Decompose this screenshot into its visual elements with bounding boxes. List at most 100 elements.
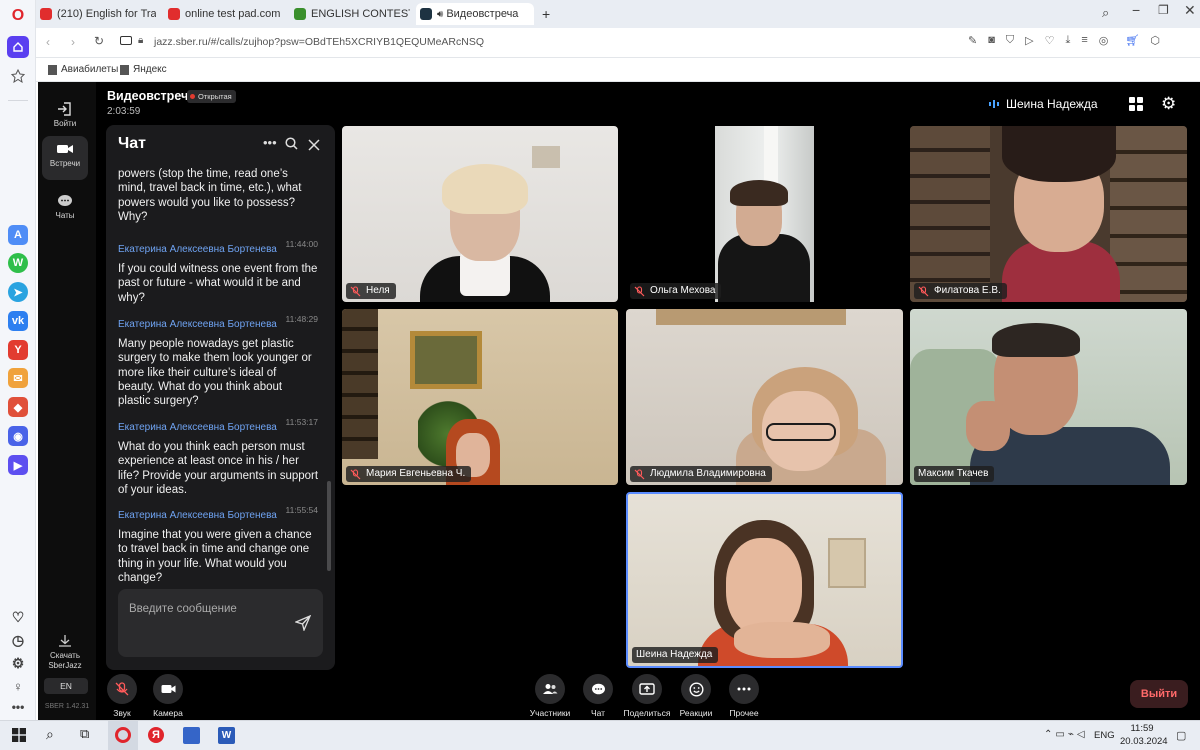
system-tray-icons[interactable]: ⌃▭⌁◁ xyxy=(1044,729,1088,740)
nav-exit[interactable]: Войти xyxy=(42,96,88,140)
bookmark-aviabilety[interactable]: Авиабилеты xyxy=(48,64,118,75)
system-clock[interactable]: 11:59 20.03.2024 xyxy=(1120,723,1168,747)
cart-icon[interactable]: 🛒︎ xyxy=(1125,34,1139,47)
download-icon[interactable]: ⤓ xyxy=(1065,34,1070,47)
send-message-icon[interactable] xyxy=(294,614,312,636)
settings-gear-icon[interactable]: ⚙ xyxy=(1161,94,1176,114)
forward-icon[interactable]: › xyxy=(71,35,75,49)
player-icon[interactable]: ▶ xyxy=(8,455,28,475)
whatsapp-icon[interactable]: W xyxy=(8,253,28,273)
video-tile[interactable]: Максим Ткачев xyxy=(910,309,1187,485)
send-icon[interactable]: ▷ xyxy=(1025,34,1033,47)
telegram-icon[interactable]: ➤ xyxy=(8,282,28,302)
video-tile[interactable]: Ольга Мехова xyxy=(626,126,903,302)
more-button[interactable]: Прочее xyxy=(719,674,769,718)
app-icon-1[interactable]: ◆ xyxy=(8,397,28,417)
participant-name: Максим Ткачев xyxy=(918,468,989,479)
video-tile[interactable]: Людмила Владимировна xyxy=(626,309,903,485)
aria-icon[interactable]: A xyxy=(8,225,28,245)
task-view-icon[interactable]: ⧉ xyxy=(80,726,89,742)
tab-testpad[interactable]: online test pad.com — Ян xyxy=(164,3,282,25)
notifications-icon[interactable]: ▢ xyxy=(1176,729,1186,742)
mail-icon[interactable]: ✉ xyxy=(8,368,28,388)
minimize-button[interactable]: − xyxy=(1132,2,1140,18)
message-author: Екатерина Алексеевна Бортенева xyxy=(118,244,277,255)
message-text: What do you think each person must exper… xyxy=(118,441,319,496)
search-tabs-icon[interactable]: ⌕ xyxy=(1102,5,1109,21)
mic-toggle-button[interactable]: Звук xyxy=(97,674,147,718)
save-app-icon[interactable] xyxy=(183,727,200,744)
nav-chats-label: Чаты xyxy=(55,211,75,220)
tab-videocall[interactable]: 🔊︎ Видеовстреча xyxy=(416,3,534,25)
tips-icon[interactable]: ♀ xyxy=(8,676,28,696)
bookmark-label: Авиабилеты xyxy=(61,64,119,75)
call-access-badge[interactable]: Открытая xyxy=(187,90,236,103)
more-dots-icon[interactable]: ••• xyxy=(8,697,28,717)
taskbar-opera[interactable] xyxy=(108,721,138,750)
camera-indicator-icon[interactable] xyxy=(120,36,132,45)
chat-close-icon[interactable] xyxy=(308,138,320,156)
bookmarks-icon[interactable] xyxy=(8,66,28,86)
snapshot-icon[interactable]: ◙ xyxy=(988,34,995,47)
nav-chats[interactable]: Чаты xyxy=(42,188,88,232)
history-icon[interactable]: ◷ xyxy=(8,630,28,650)
home-icon[interactable] xyxy=(7,36,29,58)
extensions-icon[interactable]: ⬡ xyxy=(1150,34,1160,47)
video-tile[interactable]: Неля xyxy=(342,126,618,302)
windows-start-icon[interactable] xyxy=(12,728,26,747)
bookmark-yandex[interactable]: Яндекс xyxy=(120,64,167,75)
word-icon[interactable]: W xyxy=(218,727,235,744)
participant-name-tag: Шеина Надежда xyxy=(632,647,719,663)
video-icon xyxy=(57,145,73,153)
chat-search-icon[interactable] xyxy=(285,137,298,155)
menu-icon[interactable]: ≡ xyxy=(1081,34,1087,47)
input-language[interactable]: ENG xyxy=(1094,730,1115,741)
participant-name-tag: Максим Ткачев xyxy=(914,466,995,482)
chat-more-icon[interactable]: ••• xyxy=(263,135,277,150)
url-field[interactable]: jazz.sber.ru/#/calls/zujhop?psw=OBdTEh5X… xyxy=(154,36,484,48)
contest-icon xyxy=(294,8,306,20)
vk-icon[interactable]: vk xyxy=(8,311,28,331)
settings-icon[interactable]: ⚙ xyxy=(8,653,28,673)
profile-icon[interactable]: ◎ xyxy=(1099,34,1109,47)
chat-input[interactable]: Введите сообщение xyxy=(118,589,323,657)
back-icon[interactable]: ‹ xyxy=(46,35,50,49)
share-screen-button[interactable]: Поделиться xyxy=(622,674,672,718)
video-tile-active[interactable]: Шеина Надежда xyxy=(626,492,903,668)
participants-button[interactable]: Участники xyxy=(525,674,575,718)
browser-sidebar: O A W ➤ vk Y ✉ ◆ ◉ ▶ ♡ ◷ ⚙ ♀ ••• xyxy=(0,0,36,720)
maximize-button[interactable]: ❐ xyxy=(1158,3,1169,17)
participant-name-tag: Людмила Владимировна xyxy=(630,466,772,482)
heart-icon[interactable]: ♡ xyxy=(8,607,28,627)
taskbar-search-icon[interactable]: ⌕ xyxy=(46,726,54,743)
nav-download[interactable]: Скачать SberJazz xyxy=(42,628,88,670)
tab-youtube[interactable]: (210) English for Travelers xyxy=(36,3,156,25)
smile-icon xyxy=(681,674,711,704)
edit-icon[interactable]: ✎ xyxy=(968,34,977,47)
video-tile[interactable]: Мария Евгеньевна Ч. xyxy=(342,309,618,485)
yandex-icon[interactable]: Y xyxy=(8,340,28,360)
message-text: Many people nowadays get plastic surgery… xyxy=(118,338,312,408)
tab-contest[interactable]: ENGLISH CONTEST - Onlin xyxy=(290,3,410,25)
shield-icon[interactable]: ⛉ xyxy=(1006,34,1014,47)
message-author: Екатерина Алексеевна Бортенева xyxy=(118,319,277,330)
new-tab-button[interactable]: + xyxy=(542,6,550,22)
chat-button[interactable]: Чат xyxy=(573,674,623,718)
yandex-taskbar-icon[interactable]: Я xyxy=(148,727,164,743)
chat-message-partial: powers (stop the time, read one’s mind, … xyxy=(118,167,308,224)
app-icon-2[interactable]: ◉ xyxy=(8,426,28,446)
language-switch[interactable]: EN xyxy=(44,678,88,694)
layout-grid-icon[interactable] xyxy=(1129,97,1143,116)
nav-meetings[interactable]: Встречи xyxy=(42,136,88,180)
reactions-button[interactable]: Реакции xyxy=(671,674,721,718)
close-window-button[interactable]: ✕ xyxy=(1184,2,1196,19)
leave-call-button[interactable]: Выйти xyxy=(1130,680,1188,708)
camera-toggle-button[interactable]: Камера xyxy=(143,674,193,718)
participant-hand xyxy=(966,401,1010,451)
mic-off-icon xyxy=(634,285,645,297)
video-tile[interactable]: Филатова Е.В. xyxy=(910,126,1187,302)
heart-outline-icon[interactable]: ♡ xyxy=(1045,34,1055,47)
chat-scrollbar[interactable] xyxy=(327,481,331,571)
opera-logo-icon[interactable]: O xyxy=(8,6,28,26)
reload-icon[interactable]: ↻ xyxy=(94,34,104,48)
